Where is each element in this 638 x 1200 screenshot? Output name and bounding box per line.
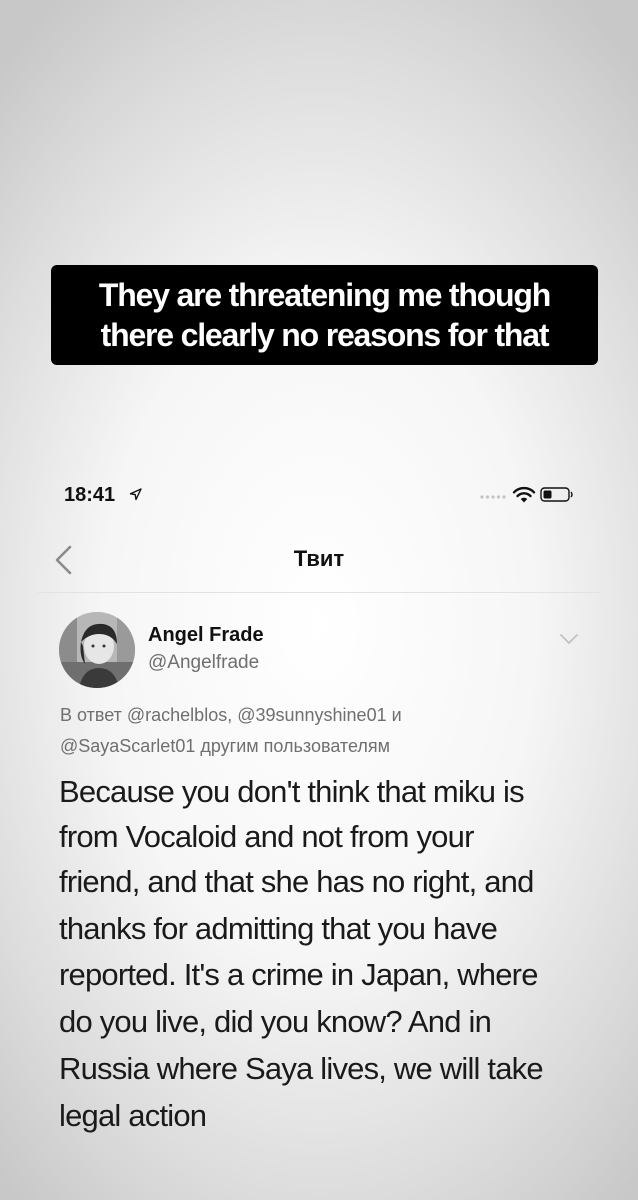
tweet-text-line: friend, and that she has no right, and [59,864,534,899]
reply-to-line-1[interactable]: В ответ @rachelblos, @39sunnyshine01 и [60,705,402,726]
author-handle[interactable]: @Angelfrade [148,652,259,674]
caption-line-2: there clearly no reasons for that [100,317,550,353]
tweet-text-line: from Vocaloid and not from your [59,819,474,854]
tweet-text-line: do you live, did you know? And in [59,1004,492,1039]
nav-title: Твит [293,546,345,571]
tweet-text-line: Russia where Saya lives, we will take [59,1051,544,1086]
avatar-photo [59,612,135,688]
tweet-text-line: reported. It's a crime in Japan, where [59,957,538,992]
author-name[interactable]: Angel Frade [148,624,264,647]
reply-to-line-2[interactable]: @SayaScarlet01 другим пользователям [60,736,390,757]
wifi-icon [512,486,536,503]
story-caption: They are threatening me though there cle… [51,265,598,365]
caption-line-1: They are threatening me though [98,277,551,313]
nav-divider [38,592,600,593]
tweet-text-line: Because you don't think that miku is [59,774,525,809]
status-time: 18:41 [64,484,116,506]
tweet-text-line: thanks for admitting that you have [59,911,498,946]
location-arrow-icon [129,488,142,501]
chevron-down-icon[interactable] [558,632,580,646]
tweet-text-line: legal action [59,1098,207,1133]
battery-icon [540,487,573,502]
avatar[interactable] [59,612,135,688]
cellular-signal-icon [480,495,506,499]
